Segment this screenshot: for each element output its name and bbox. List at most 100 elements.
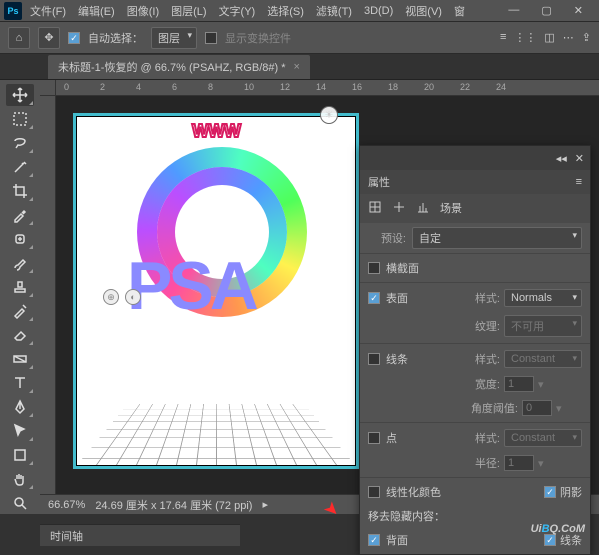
menu-type[interactable]: 文字(Y) [219, 3, 256, 19]
radius-stepper-icon: ▾ [538, 457, 544, 470]
angle-field: 0 [522, 400, 552, 416]
surface-style-dropdown[interactable]: Normals [504, 289, 582, 307]
lines-style-label: 样式: [462, 351, 500, 367]
history-brush-tool[interactable] [6, 300, 34, 322]
stamp-tool[interactable] [6, 276, 34, 298]
vertical-ruler[interactable] [40, 96, 56, 514]
zoom-level[interactable]: 66.67% [48, 499, 85, 511]
type-tool[interactable] [6, 372, 34, 394]
auto-select-checkbox[interactable] [68, 32, 80, 44]
preset-label: 预设: [368, 230, 406, 246]
texture-dropdown: 不可用 [504, 315, 582, 337]
menu-filter[interactable]: 滤镜(T) [316, 3, 352, 19]
share-icon[interactable]: ⇪ [582, 31, 591, 44]
lines-checkbox[interactable] [368, 353, 380, 365]
shape-tool[interactable] [6, 444, 34, 466]
window-restore-icon[interactable]: ▢ [541, 4, 551, 17]
timeline-panel-tab[interactable]: 时间轴 [40, 524, 240, 546]
linearize-checkbox[interactable] [368, 486, 380, 498]
mesh-icon[interactable] [368, 200, 382, 217]
eyedropper-tool[interactable] [6, 204, 34, 226]
3d-axis-widget[interactable]: ⊕◐ [103, 289, 141, 305]
coordinates-icon[interactable] [416, 200, 430, 217]
cross-section-checkbox[interactable] [368, 262, 380, 274]
close-tab-icon[interactable]: × [294, 61, 300, 73]
panel-menu-icon[interactable]: ≡ [576, 176, 582, 188]
menu-edit[interactable]: 编辑(E) [78, 3, 115, 19]
magic-wand-tool[interactable] [6, 156, 34, 178]
zoom-tool[interactable] [6, 492, 34, 514]
panel-collapse-icon[interactable]: ◂◂ [556, 152, 567, 165]
align-icon[interactable]: ≡ [500, 31, 506, 44]
menu-3d[interactable]: 3D(D) [364, 5, 393, 17]
more-options-icon[interactable]: ⋯ [563, 31, 574, 44]
status-chevron-icon[interactable]: ▸ [262, 498, 268, 511]
app-logo: Ps [4, 2, 22, 20]
show-transform-label: 显示变换控件 [225, 30, 291, 46]
marquee-tool[interactable] [6, 108, 34, 130]
eraser-tool[interactable] [6, 324, 34, 346]
move-tool-icon[interactable]: ✥ [38, 27, 60, 49]
backface-checkbox[interactable] [368, 534, 380, 546]
document-tab[interactable]: 未标题-1-恢复的 @ 66.7% (PSAHZ, RGB/8#) * × [48, 55, 310, 79]
move-tool[interactable] [6, 84, 34, 106]
width-field: 1 [504, 376, 534, 392]
auto-select-label: 自动选择： [88, 30, 143, 46]
menu-view[interactable]: 视图(V) [405, 3, 442, 19]
menu-image[interactable]: 图像(I) [127, 3, 159, 19]
pen-tool[interactable] [6, 396, 34, 418]
show-transform-checkbox[interactable] [205, 32, 217, 44]
distribute-icon[interactable]: ⋮⋮ [514, 31, 536, 44]
radius-label: 半径: [462, 455, 500, 471]
crop-tool[interactable] [6, 180, 34, 202]
angle-threshold-label: 角度阈值: [462, 400, 518, 416]
healing-brush-tool[interactable] [6, 228, 34, 250]
lasso-tool[interactable] [6, 132, 34, 154]
panel-close-icon[interactable]: ✕ [575, 152, 584, 165]
gradient-tool[interactable] [6, 348, 34, 370]
3d-light-handle[interactable]: ☀ [320, 106, 338, 124]
menu-layer[interactable]: 图层(L) [171, 3, 206, 19]
points-label: 点 [386, 430, 397, 446]
window-close-icon[interactable]: ✕ [574, 4, 583, 17]
document-dimensions[interactable]: 24.69 厘米 x 17.64 厘米 (72 ppi) [95, 497, 252, 513]
menu-bar: Ps 文件(F) 编辑(E) 图像(I) 图层(L) 文字(Y) 选择(S) 滤… [0, 0, 599, 22]
horizontal-ruler[interactable]: 0 2 4 6 8 10 12 14 16 18 20 22 24 [56, 80, 599, 96]
properties-panel: ◂◂ ✕ 属性 ≡ 场景 预设: 自定 横截面 表面 样式:Normals 纹理… [359, 145, 591, 555]
linearize-label: 线性化颜色 [386, 484, 441, 500]
add-icon[interactable] [392, 200, 406, 217]
ruler-origin[interactable] [40, 80, 56, 96]
scene-label: 场景 [440, 200, 462, 217]
lines-style-dropdown: Constant [504, 350, 582, 368]
artwork-text: PSA [127, 247, 255, 325]
width-stepper-icon: ▾ [538, 378, 544, 391]
hand-tool[interactable] [6, 468, 34, 490]
surface-label: 表面 [386, 290, 408, 306]
3d-mode-icon[interactable]: ◫ [544, 31, 554, 44]
document-tab-title: 未标题-1-恢复的 @ 66.7% (PSAHZ, RGB/8#) * [58, 59, 286, 75]
document-canvas[interactable]: WWW PSA ⊕◐ [76, 116, 356, 466]
window-minimize-icon[interactable]: — [508, 4, 519, 17]
auto-select-target-dropdown[interactable]: 图层 [151, 27, 197, 49]
3d-ground-plane [77, 404, 355, 465]
brush-tool[interactable] [6, 252, 34, 274]
site-watermark: UiBQ.CoM [531, 515, 585, 538]
texture-label: 纹理: [462, 318, 500, 334]
surface-checkbox[interactable] [368, 292, 380, 304]
menu-file[interactable]: 文件(F) [30, 3, 66, 19]
home-icon[interactable]: ⌂ [8, 27, 30, 49]
lines-label: 线条 [386, 351, 408, 367]
menu-window[interactable]: 窗 [454, 3, 465, 19]
tool-palette [0, 80, 40, 514]
points-style-dropdown: Constant [504, 429, 582, 447]
menu-select[interactable]: 选择(S) [267, 3, 304, 19]
options-bar: ⌂ ✥ 自动选择： 图层 显示变换控件 ≡ ⋮⋮ ◫ ⋯ ⇪ [0, 22, 599, 54]
artwork-watermark: WWW [97, 121, 335, 142]
shadow-checkbox[interactable] [544, 486, 556, 498]
path-select-tool[interactable] [6, 420, 34, 442]
points-checkbox[interactable] [368, 432, 380, 444]
cross-section-label: 横截面 [386, 260, 419, 276]
preset-dropdown[interactable]: 自定 [412, 227, 582, 249]
remove-hidden-label: 移去隐藏内容： [368, 508, 445, 524]
shadow-label: 阴影 [560, 484, 582, 500]
